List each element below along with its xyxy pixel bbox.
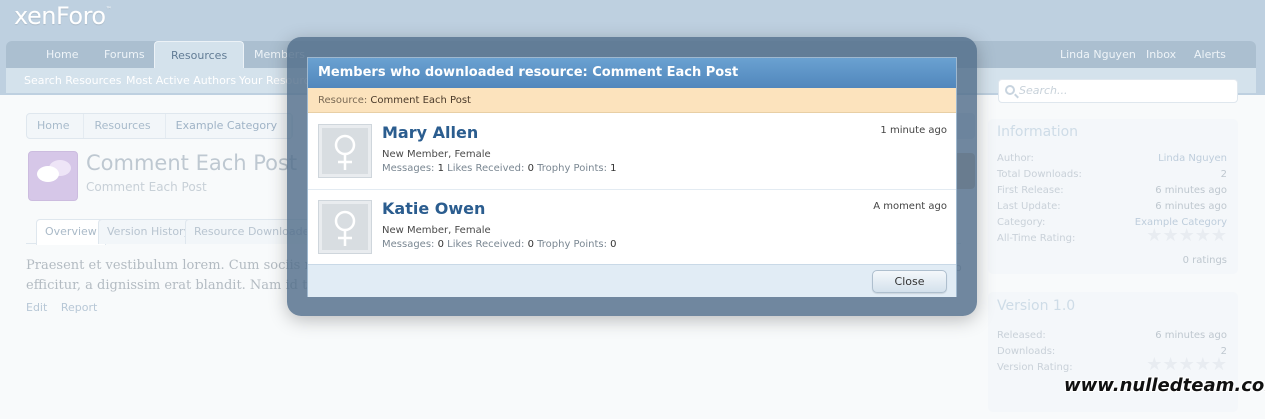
trophy-label: Trophy Points: (537, 239, 607, 250)
tab-version-history[interactable]: Version History (98, 219, 200, 244)
info-row: Total Downloads: 2 (997, 169, 1227, 183)
site-logo[interactable]: xenForo™ (14, 2, 112, 30)
member-title: New Member, Female (382, 225, 491, 236)
sidebar: Search... Information Author: Linda Nguy… (988, 79, 1240, 419)
tab-overview[interactable]: Overview (36, 219, 106, 245)
messages-count: 0 (437, 239, 444, 250)
resource-title: Comment Each Post (86, 151, 298, 175)
trophy-count: 0 (610, 239, 617, 250)
info-value: 2 (1220, 169, 1227, 180)
close-button[interactable]: Close (872, 270, 947, 293)
trophy-label: Trophy Points: (537, 163, 607, 174)
ratings-count: 0 ratings (1182, 255, 1227, 266)
star-icon: ★ (1162, 354, 1179, 375)
info-row: Author: Linda Nguyen (997, 153, 1227, 167)
nav-tab-home[interactable]: Home (30, 41, 94, 68)
post-actions: Edit Report (26, 301, 107, 314)
version-label: Version Rating: (997, 362, 1073, 373)
breadcrumb-category[interactable]: Example Category (166, 114, 293, 138)
download-time: A moment ago (873, 201, 947, 212)
version-label: Released: (997, 330, 1046, 341)
nav-tab-resources[interactable]: Resources (154, 41, 245, 69)
member-row: Katie Owen New Member, Female Messages: … (308, 190, 956, 266)
modal-resource-label: Resource: (318, 95, 368, 106)
info-row: All-Time Rating: ★ ★ ★ ★ ★ (997, 227, 1227, 247)
information-block: Information Author: Linda Nguyen Total D… (988, 119, 1238, 274)
likes-label: Likes Received: (447, 239, 525, 250)
downloaders-modal: Members who downloaded resource: Comment… (307, 57, 957, 297)
resource-icon (28, 151, 78, 201)
breadcrumb-resources[interactable]: Resources (84, 114, 166, 138)
member-stats: Messages: 1 Likes Received: 0 Trophy Poi… (382, 163, 617, 174)
subnav-most-active-authors[interactable]: Most Active Authors (126, 68, 236, 93)
info-row: First Release: 6 minutes ago (997, 185, 1227, 199)
likes-count: 0 (527, 239, 534, 250)
nav-tab-forums[interactable]: Forums (88, 41, 161, 68)
member-stats: Messages: 0 Likes Received: 0 Trophy Poi… (382, 239, 617, 250)
info-label: Total Downloads: (997, 169, 1082, 180)
nav-alerts-link[interactable]: Alerts (1178, 41, 1242, 68)
resource-tagline: Comment Each Post (86, 180, 207, 194)
breadcrumb: Home Resources Example Category (26, 113, 294, 139)
info-row: Last Update: 6 minutes ago (997, 201, 1227, 215)
info-label: Last Update: (997, 201, 1061, 212)
star-icon: ★ (1146, 354, 1163, 375)
member-name[interactable]: Katie Owen (382, 199, 485, 218)
messages-count: 1 (437, 163, 444, 174)
modal-resource-name: Comment Each Post (370, 95, 471, 106)
star-icon: ★ (1178, 354, 1195, 375)
female-avatar-icon (322, 128, 368, 174)
download-time: 1 minute ago (880, 125, 947, 136)
breadcrumb-home[interactable]: Home (27, 114, 85, 138)
version-value: 6 minutes ago (1155, 330, 1227, 341)
avatar[interactable] (318, 124, 372, 178)
report-link[interactable]: Report (61, 301, 97, 314)
version-row: Released: 6 minutes ago (997, 330, 1227, 344)
info-value: 6 minutes ago (1155, 201, 1227, 212)
star-icon: ★ (1194, 354, 1211, 375)
star-icon: ★ (1178, 225, 1195, 246)
rating-stars[interactable]: ★ ★ ★ ★ ★ (1146, 227, 1227, 245)
star-icon: ★ (1194, 225, 1211, 246)
version-title: Version 1.0 (997, 298, 1076, 314)
female-avatar-icon (322, 204, 368, 250)
information-title: Information (997, 124, 1079, 140)
info-value: 6 minutes ago (1155, 185, 1227, 196)
star-icon: ★ (1146, 225, 1163, 246)
avatar[interactable] (318, 200, 372, 254)
author-link[interactable]: Linda Nguyen (1158, 153, 1227, 164)
trophy-count: 1 (610, 163, 617, 174)
member-name[interactable]: Mary Allen (382, 123, 478, 142)
likes-label: Likes Received: (447, 163, 525, 174)
info-label: All-Time Rating: (997, 233, 1076, 244)
search-placeholder: Search... (1019, 84, 1068, 97)
info-label: Author: (997, 153, 1034, 164)
modal-resource-info: Resource: Comment Each Post (308, 88, 956, 113)
member-row: Mary Allen New Member, Female Messages: … (308, 114, 956, 190)
subnav-search-resources[interactable]: Search Resources (24, 68, 121, 93)
likes-count: 0 (527, 163, 534, 174)
info-label: Category: (997, 217, 1046, 228)
star-icon: ★ (1162, 225, 1179, 246)
version-rating-stars[interactable]: ★ ★ ★ ★ ★ (1146, 356, 1227, 374)
star-icon: ★ (1210, 354, 1227, 375)
member-title: New Member, Female (382, 149, 491, 160)
watermark: www.nulledteam.com (1064, 375, 1265, 396)
modal-footer: Close (308, 264, 956, 297)
version-row: Version Rating: ★ ★ ★ ★ ★ (997, 356, 1227, 376)
search-icon (1005, 85, 1015, 95)
version-label: Downloads: (997, 346, 1056, 357)
search-input[interactable]: Search... (998, 79, 1238, 103)
star-icon: ★ (1210, 225, 1227, 246)
messages-label: Messages: (382, 239, 435, 250)
site-logo-text: xenForo (14, 2, 106, 30)
messages-label: Messages: (382, 163, 435, 174)
modal-title: Members who downloaded resource: Comment… (308, 58, 956, 88)
edit-link[interactable]: Edit (26, 301, 47, 314)
info-label: First Release: (997, 185, 1064, 196)
